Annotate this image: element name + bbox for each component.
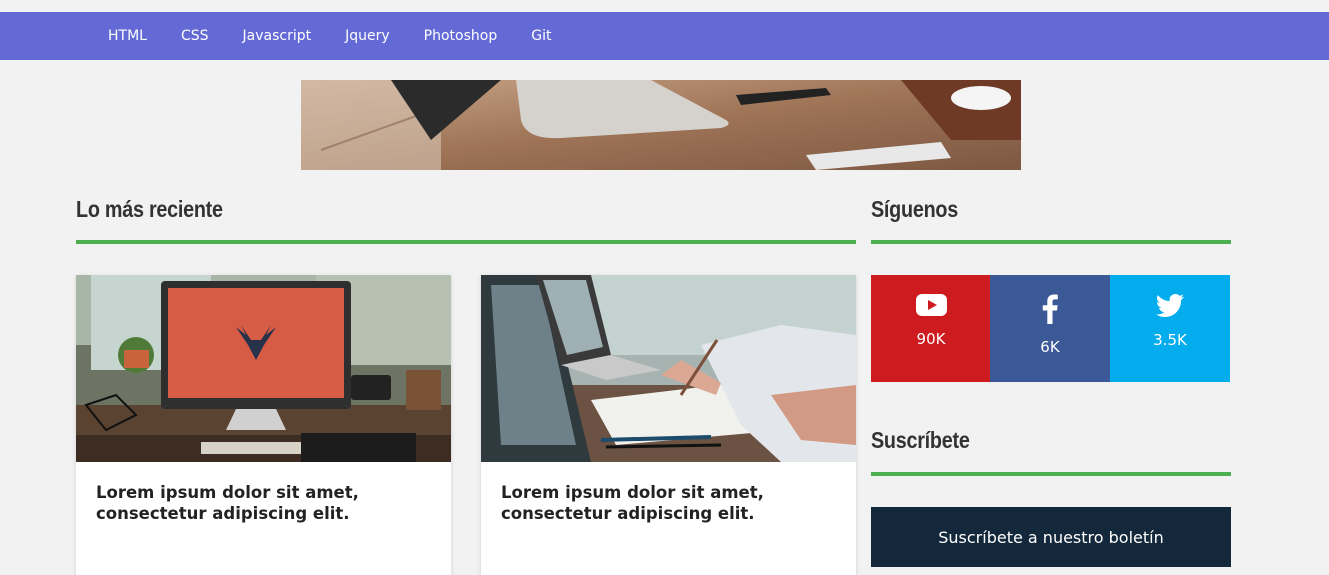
youtube-follow-button[interactable]: 90K [871,275,991,382]
follow-divider [871,240,1231,244]
post-card[interactable]: Lorem ipsum dolor sit amet, consectetur … [76,275,451,575]
nav-item-css[interactable]: CSS [164,12,226,60]
post-title[interactable]: Lorem ipsum dolor sit amet, consectetur … [481,462,856,524]
laptop-writing-icon[interactable] [481,275,856,462]
post-title[interactable]: Lorem ipsum dolor sit amet, consectetur … [76,462,451,524]
post-card[interactable]: Lorem ipsum dolor sit amet, consectetur … [481,275,856,575]
top-nav: HTML CSS Javascript Jquery Photoshop Git [0,12,1329,60]
newsletter-label: Suscríbete a nuestro boletín [938,528,1164,547]
subscribe-section-title: Suscríbete [871,427,970,453]
facebook-follow-button[interactable]: 6K [990,275,1110,382]
desk-imac-icon[interactable] [76,275,451,462]
nav-item-javascript[interactable]: Javascript [226,12,329,60]
nav-item-jquery[interactable]: Jquery [328,12,407,60]
hero-banner-image [301,80,1021,170]
twitter-count: 3.5K [1153,331,1187,349]
subscribe-divider [871,472,1231,476]
facebook-count: 6K [1040,338,1060,356]
twitter-icon [1156,294,1184,317]
facebook-icon [1042,294,1058,324]
nav-item-git[interactable]: Git [514,12,568,60]
follow-section-title: Síguenos [871,196,958,222]
newsletter-box[interactable]: Suscríbete a nuestro boletín [871,507,1231,567]
youtube-icon [915,294,947,316]
latest-section-title: Lo más reciente [76,196,223,222]
twitter-follow-button[interactable]: 3.5K [1110,275,1230,382]
youtube-count: 90K [916,330,946,348]
nav-item-html[interactable]: HTML [91,12,164,60]
nav-item-photoshop[interactable]: Photoshop [407,12,515,60]
latest-divider [76,240,856,244]
